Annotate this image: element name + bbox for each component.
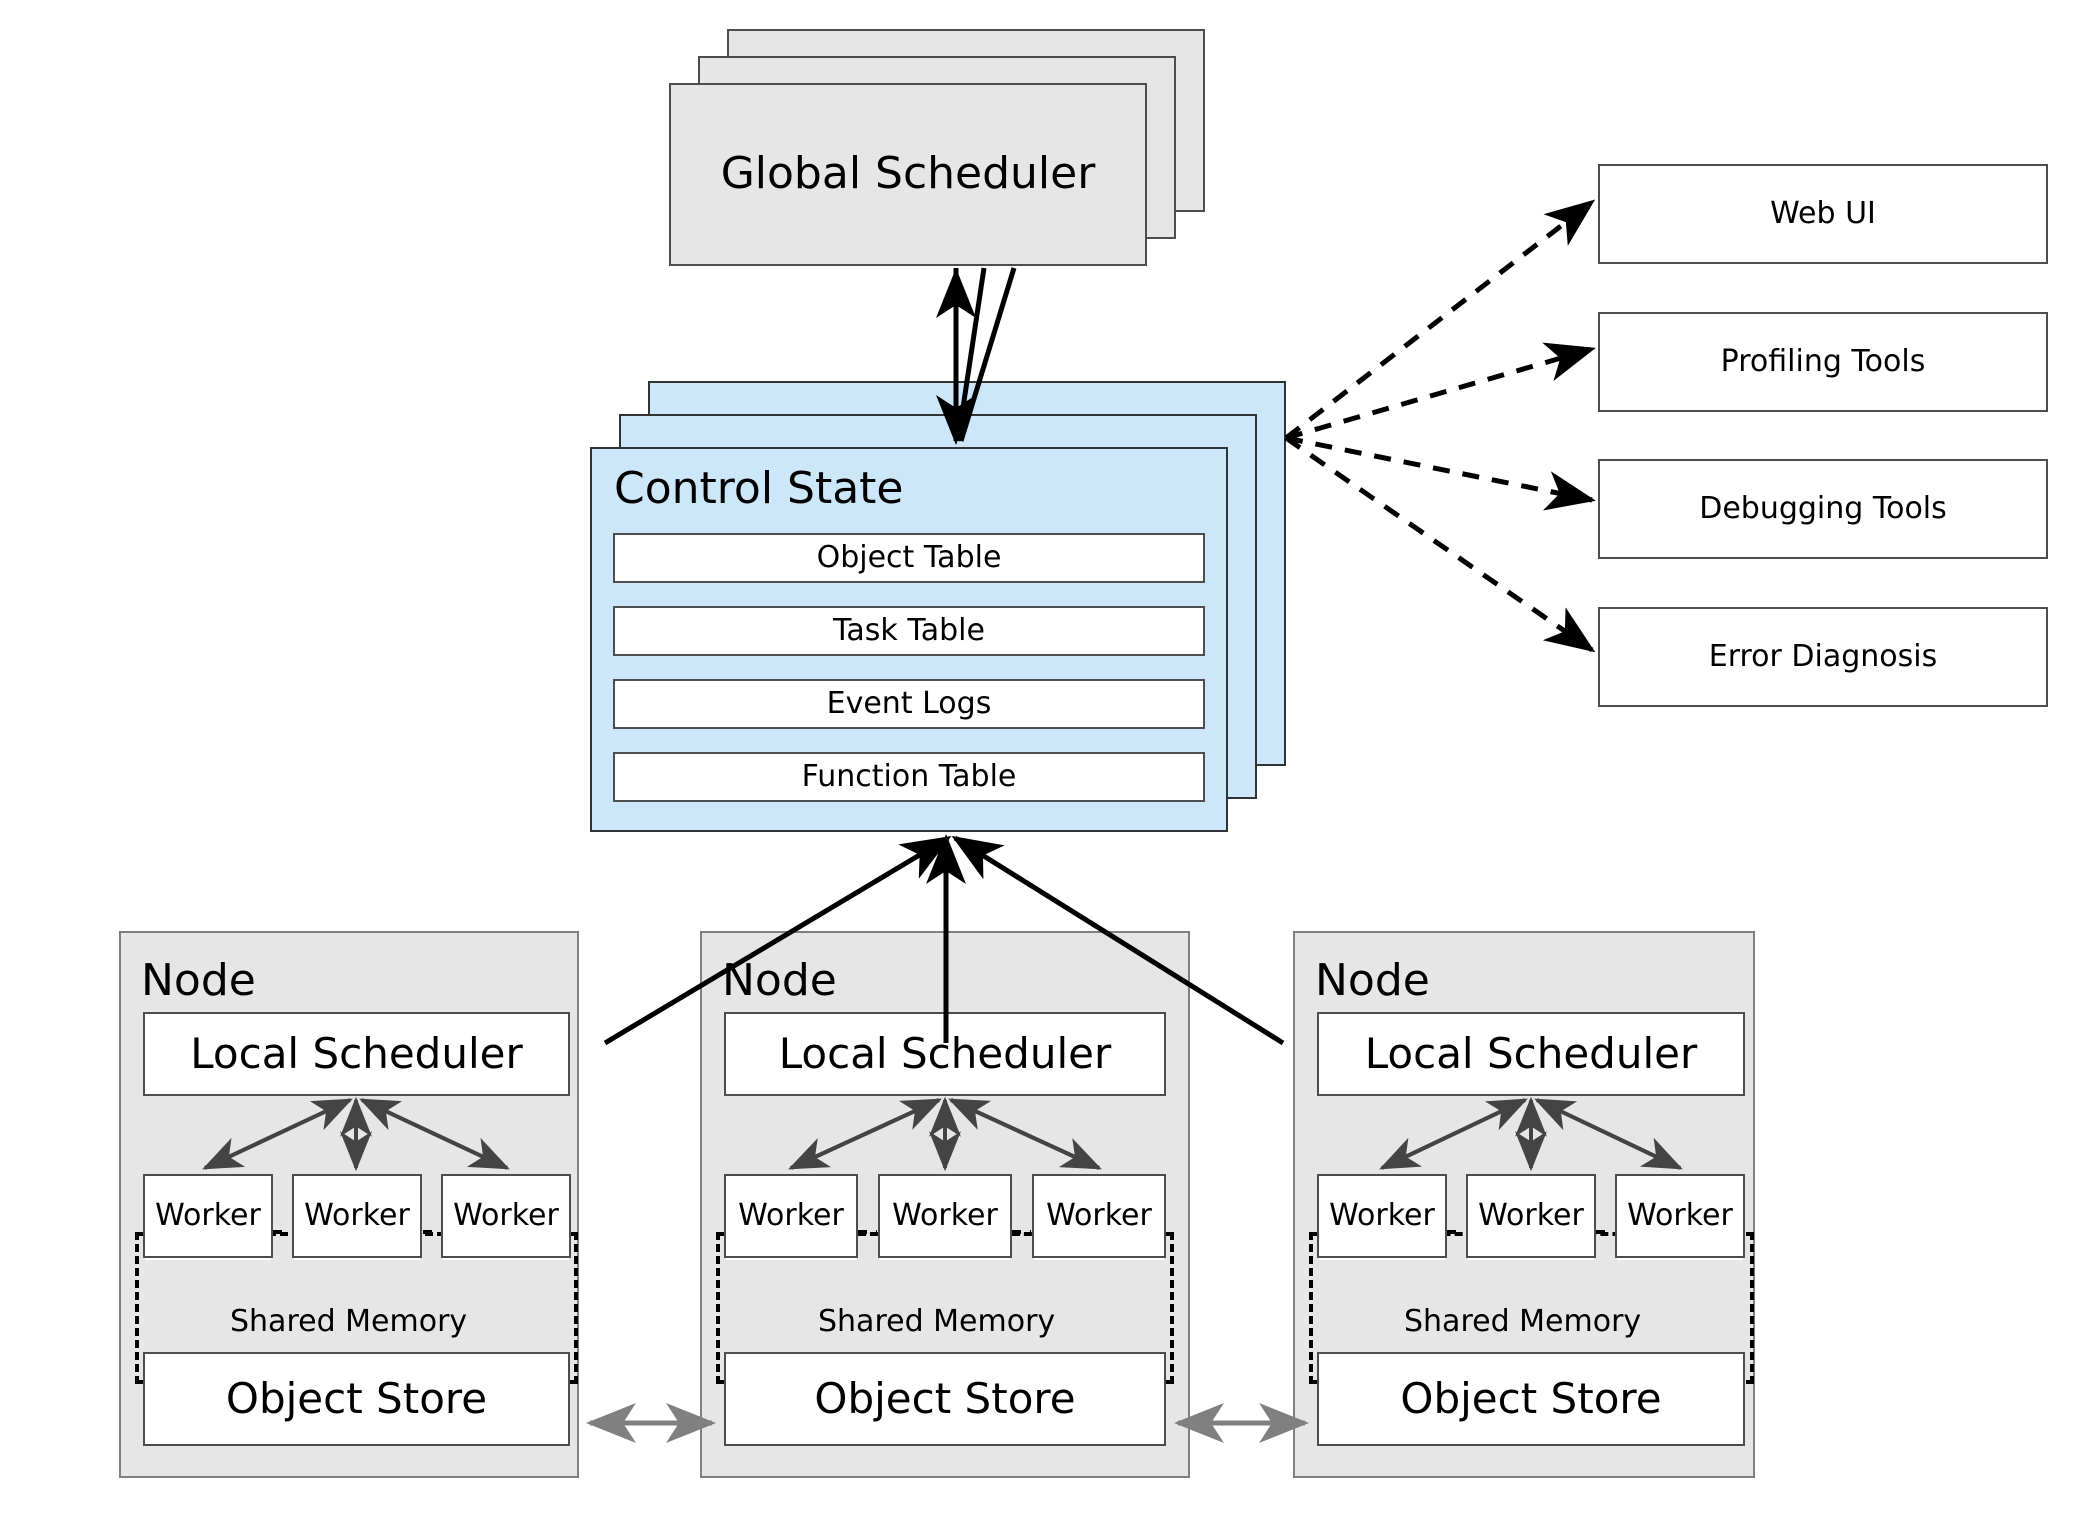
- node-3-object-store-overlay[interactable]: Object Store: [1317, 1352, 1745, 1446]
- node-3-worker-2-overlay[interactable]: Worker: [1466, 1174, 1596, 1258]
- object-store-label: Object Store: [1400, 1373, 1662, 1423]
- node-2-worker-2-overlay[interactable]: Worker: [878, 1174, 1012, 1258]
- worker-label: Worker: [1329, 1198, 1435, 1234]
- arrow-control-state-to-tools: [1284, 199, 1596, 653]
- object-store-label: Object Store: [814, 1373, 1076, 1423]
- worker-label: Worker: [738, 1198, 844, 1234]
- node-2-object-store-overlay[interactable]: Object Store: [724, 1352, 1166, 1446]
- worker-label: Worker: [453, 1198, 559, 1234]
- node-1-worker-3-overlay[interactable]: Worker: [441, 1174, 571, 1258]
- arrows-node-2-scheduler-workers: [788, 1096, 1102, 1172]
- node-1-worker-1-overlay[interactable]: Worker: [143, 1174, 273, 1258]
- worker-label: Worker: [1627, 1198, 1733, 1234]
- node-1-worker-2-overlay[interactable]: Worker: [292, 1174, 422, 1258]
- node-2-worker-3-overlay[interactable]: Worker: [1032, 1174, 1166, 1258]
- node-1-object-store-overlay[interactable]: Object Store: [143, 1352, 570, 1446]
- node-3-worker-1-overlay[interactable]: Worker: [1317, 1174, 1447, 1258]
- worker-label: Worker: [892, 1198, 998, 1234]
- arrow-nodes-to-control-state: [603, 833, 1285, 1046]
- worker-label: Worker: [1046, 1198, 1152, 1234]
- connector-layer: [202, 199, 1683, 1443]
- object-store-label: Object Store: [225, 1373, 488, 1423]
- arrow-global-scheduler-to-control-state: [936, 267, 1017, 446]
- arrows-node-1-scheduler-workers: [202, 1096, 510, 1172]
- node-3-worker-3-overlay[interactable]: Worker: [1615, 1174, 1745, 1258]
- architecture-diagram: Global Scheduler Control State Object Ta…: [0, 0, 2082, 1514]
- arrows-node-3-scheduler-workers: [1379, 1096, 1683, 1172]
- node-2-worker-1-overlay[interactable]: Worker: [724, 1174, 858, 1258]
- worker-label: Worker: [1478, 1198, 1584, 1234]
- worker-label: Worker: [155, 1198, 261, 1234]
- worker-label: Worker: [304, 1198, 410, 1234]
